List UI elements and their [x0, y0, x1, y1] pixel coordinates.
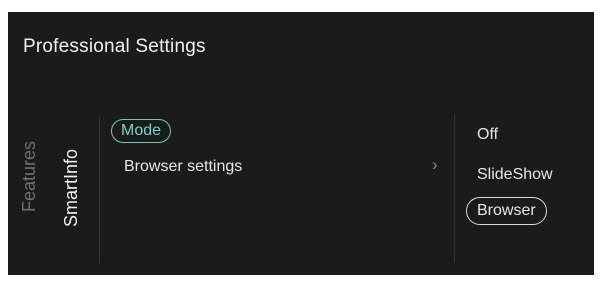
- option-browser[interactable]: Browser: [466, 197, 547, 225]
- column-divider: [454, 114, 455, 263]
- option-slideshow[interactable]: SlideShow: [477, 166, 553, 184]
- column-divider: [99, 117, 100, 263]
- option-off[interactable]: Off: [477, 126, 498, 144]
- menu-item-browser-settings[interactable]: Browser settings: [124, 158, 242, 176]
- chevron-right-icon: ›: [432, 155, 438, 174]
- page-title: Professional Settings: [23, 36, 206, 57]
- tab-features[interactable]: Features: [19, 141, 40, 212]
- tab-smartinfo[interactable]: SmartInfo: [61, 149, 82, 227]
- menu-item-mode[interactable]: Mode: [111, 119, 172, 143]
